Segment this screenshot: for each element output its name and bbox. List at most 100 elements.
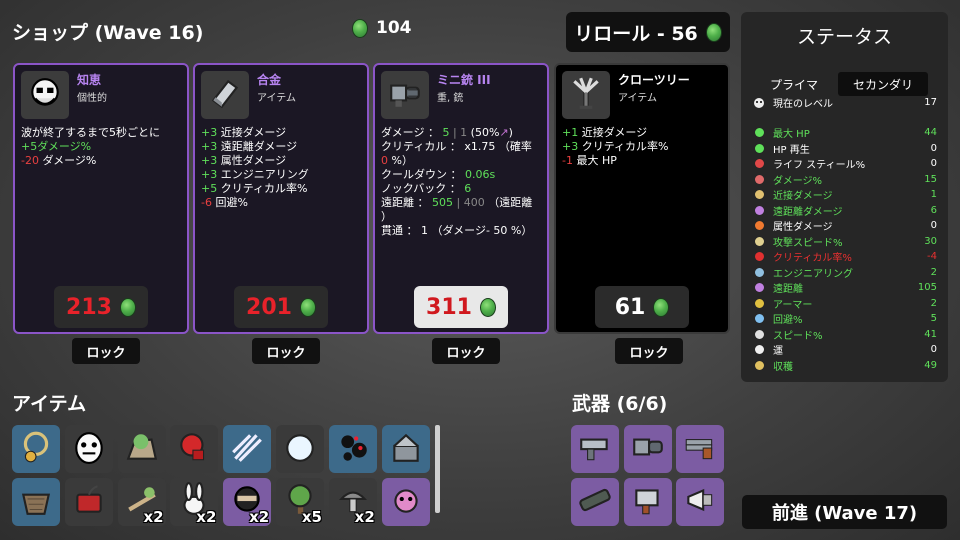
stat-row: エンジニアリング 2 bbox=[753, 265, 937, 280]
inventory-item[interactable] bbox=[170, 425, 219, 473]
card-stat-line: 遠距離 ： 505 | 400 （遠距離 bbox=[381, 196, 543, 210]
material-gem-icon bbox=[653, 297, 670, 317]
weapons-title: 武器 (6/6) bbox=[572, 393, 668, 415]
inventory-item[interactable] bbox=[117, 425, 166, 473]
stat-row: 攻撃スピード% 30 bbox=[753, 234, 937, 249]
card-text: -6 bbox=[201, 196, 212, 209]
lock-button-4[interactable]: ロック bbox=[615, 338, 683, 364]
inventory-item[interactable]: x2 bbox=[117, 478, 166, 526]
stat-label: エンジニアリング bbox=[773, 268, 853, 280]
stat-label: 遠距離ダメージ bbox=[773, 206, 843, 218]
elemental-icon bbox=[753, 220, 765, 232]
inventory-item[interactable] bbox=[381, 425, 430, 473]
pink-virus-icon bbox=[388, 482, 424, 522]
buy-button[interactable]: 311 bbox=[414, 286, 508, 328]
weapon-slot[interactable] bbox=[676, 478, 724, 526]
lock-button-1[interactable]: ロック bbox=[72, 338, 140, 364]
inventory-item[interactable] bbox=[64, 425, 113, 473]
inventory-item[interactable] bbox=[12, 478, 60, 526]
buy-button[interactable]: 201 bbox=[234, 286, 328, 328]
materials-counter: 104 bbox=[352, 18, 412, 38]
inventory-item[interactable]: x5 bbox=[276, 478, 324, 526]
inventory-item[interactable]: x2 bbox=[328, 478, 377, 526]
inventory-item[interactable]: x2 bbox=[170, 478, 219, 526]
item-count: x2 bbox=[354, 508, 375, 526]
buy-button[interactable]: 213 bbox=[54, 286, 148, 328]
stat-label: 回避% bbox=[773, 315, 803, 326]
card-stat-line: +5ダメージ% bbox=[21, 140, 183, 154]
stat-row: 遠距離ダメージ 6 bbox=[753, 203, 937, 218]
item-count: x2 bbox=[143, 508, 164, 526]
card-description: +3 近接ダメージ +3 遠距離ダメージ +3 属性ダメージ +3 エンジニアリング +… bbox=[201, 126, 363, 210]
material-gem-icon bbox=[119, 297, 136, 317]
card-text: +3 bbox=[562, 140, 579, 153]
stat-label: 運 bbox=[773, 346, 783, 357]
items-scrollbar[interactable] bbox=[435, 425, 440, 513]
inventory-item[interactable] bbox=[12, 425, 60, 473]
stat-row: ライフ スティール% 0 bbox=[753, 156, 937, 171]
inventory-item[interactable] bbox=[64, 478, 113, 526]
tab-primary[interactable]: プライマ bbox=[761, 72, 827, 96]
card-text: クールダウン ： bbox=[381, 168, 465, 181]
card-text: +3 bbox=[201, 154, 218, 167]
card-text: 最大 HP bbox=[572, 154, 617, 167]
inventory-item[interactable] bbox=[381, 478, 430, 526]
stat-label: 現在のレベル bbox=[773, 99, 833, 110]
inventory-item[interactable] bbox=[328, 425, 377, 473]
stat-value: 0 bbox=[930, 158, 937, 169]
dodge-icon bbox=[753, 313, 765, 325]
inventory-item[interactable] bbox=[223, 425, 272, 473]
card-text: ) bbox=[508, 126, 513, 139]
card-text: (50% bbox=[470, 126, 500, 139]
armor-icon bbox=[753, 297, 765, 309]
stat-row: 近接ダメージ 1 bbox=[753, 187, 937, 202]
buy-button[interactable]: 61 bbox=[595, 286, 689, 328]
range-icon bbox=[753, 282, 765, 294]
weapon-slot[interactable] bbox=[571, 478, 619, 526]
price-value: 201 bbox=[246, 294, 292, 320]
tab-secondary[interactable]: セカンダリ bbox=[838, 72, 928, 96]
card-icon bbox=[562, 71, 610, 119]
stat-row: 回避% 5 bbox=[753, 311, 937, 326]
shop-card-1[interactable]: 知恵 個性的 波が終了するまで5秒ごとに +5ダメージ% -20 ダメージ% 213 bbox=[13, 63, 189, 334]
wisdom-face-icon bbox=[27, 75, 63, 115]
card-text: ダメージ ： bbox=[381, 126, 443, 139]
stat-value: 41 bbox=[924, 328, 937, 340]
black-blobs-icon bbox=[335, 429, 371, 469]
minigun-weapon-icon bbox=[630, 429, 666, 469]
next-wave-button[interactable]: 前進 (Wave 17) bbox=[742, 495, 947, 529]
inventory-item[interactable] bbox=[276, 425, 324, 473]
lifesteal-icon bbox=[753, 158, 765, 170]
stat-label: 攻撃スピード% bbox=[773, 237, 843, 249]
card-subtitle: 個性的 bbox=[77, 93, 107, 104]
card-text: ） bbox=[381, 210, 392, 223]
card-text: | 400 bbox=[453, 196, 489, 209]
shop-card-2[interactable]: 合金 アイテム +3 近接ダメージ +3 遠距離ダメージ +3 属性ダメージ +3 エ… bbox=[193, 63, 369, 334]
card-stat-line: ダメージ ： 5 | 1 (50%↗) bbox=[381, 126, 543, 140]
minigun-icon bbox=[387, 75, 423, 115]
item-count: x2 bbox=[249, 508, 270, 526]
inventory-item[interactable]: x2 bbox=[223, 478, 272, 526]
lock-button-2[interactable]: ロック bbox=[252, 338, 320, 364]
shop-card-3[interactable]: ミニ銃 III 重, 銃 ダメージ ： 5 | 1 (50%↗) クリティカル ：… bbox=[373, 63, 549, 334]
card-text: ノックバック ： bbox=[381, 182, 465, 195]
weapon-slot[interactable] bbox=[623, 478, 672, 526]
reroll-button[interactable]: リロール - 56 bbox=[566, 12, 730, 52]
shop-card-4[interactable]: クローツリー アイテム +1 近接ダメージ +3 クリティカル率% -1 最大 HP… bbox=[554, 63, 730, 334]
card-stat-line: 波が終了するまで5秒ごとに bbox=[21, 126, 183, 140]
stat-value: 0 bbox=[930, 344, 937, 355]
stat-row: 属性ダメージ 0 bbox=[753, 218, 937, 233]
weapon-slot[interactable] bbox=[623, 425, 672, 473]
engineering-icon bbox=[753, 266, 765, 278]
weapon-slot[interactable] bbox=[571, 425, 619, 473]
harvest-icon bbox=[753, 359, 765, 371]
card-stat-line: 0 %） bbox=[381, 154, 543, 168]
card-text: +3 bbox=[201, 168, 218, 181]
weapon-slot[interactable] bbox=[676, 425, 724, 473]
card-stat-line: +3 遠距離ダメージ bbox=[201, 140, 363, 154]
lock-button-3[interactable]: ロック bbox=[432, 338, 500, 364]
stat-label: ライフ スティール% bbox=[773, 160, 866, 171]
card-name: ミニ銃 III bbox=[437, 73, 491, 87]
card-subtitle: アイテム bbox=[257, 93, 296, 104]
crit-icon bbox=[753, 251, 765, 263]
